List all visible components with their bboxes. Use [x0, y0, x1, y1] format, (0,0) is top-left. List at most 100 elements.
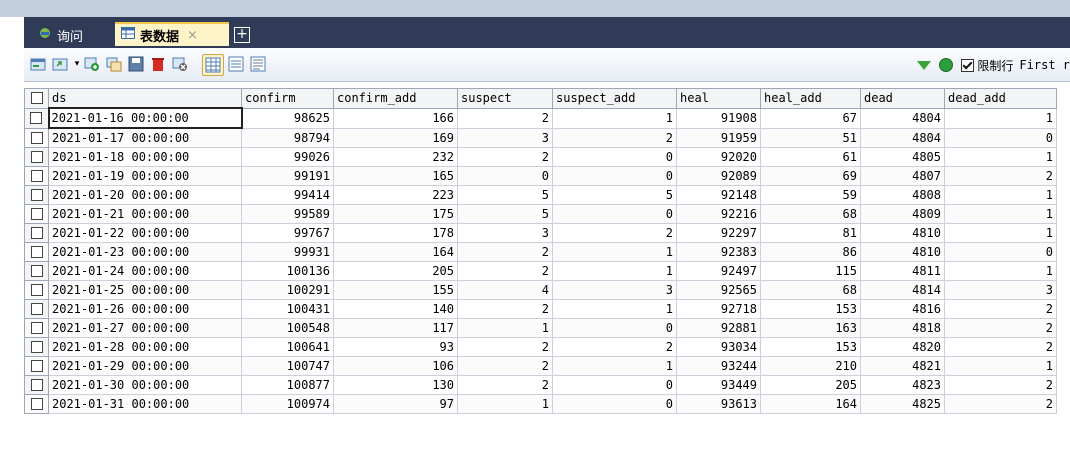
- cell-suspect[interactable]: 5: [457, 204, 553, 224]
- form-view-icon[interactable]: [228, 56, 244, 72]
- cell-heal-add[interactable]: 81: [760, 223, 861, 243]
- cell-dead-add[interactable]: 1: [944, 204, 1057, 224]
- table-row[interactable]: 2021-01-18 00:00:00 99026 232 2 0 92020 61 4805…: [24, 147, 1057, 167]
- cell-confirm-add[interactable]: 164: [333, 242, 458, 262]
- cell-dead[interactable]: 4810: [860, 242, 945, 262]
- cell-suspect[interactable]: 2: [457, 299, 553, 319]
- cell-heal[interactable]: 92216: [676, 204, 761, 224]
- cell-dead-add[interactable]: 2: [944, 166, 1057, 186]
- tab-query[interactable]: 询问: [30, 22, 91, 48]
- cell-dead[interactable]: 4816: [860, 299, 945, 319]
- cell-ds[interactable]: 2021-01-17 00:00:00: [48, 127, 242, 148]
- cell-heal[interactable]: 92497: [676, 261, 761, 281]
- cell-ds[interactable]: 2021-01-21 00:00:00: [48, 204, 242, 224]
- cell-dead-add[interactable]: 2: [944, 394, 1057, 414]
- row-checkbox[interactable]: [24, 242, 49, 262]
- cell-heal-add[interactable]: 163: [760, 318, 861, 338]
- export-icon[interactable]: [52, 56, 68, 72]
- column-header-confirm-add[interactable]: confirm_add: [333, 88, 458, 109]
- cell-heal-add[interactable]: 51: [760, 127, 861, 148]
- duplicate-row-icon[interactable]: [106, 56, 122, 72]
- cell-dead[interactable]: 4811: [860, 261, 945, 281]
- row-checkbox[interactable]: [24, 185, 49, 205]
- cell-heal[interactable]: 93034: [676, 337, 761, 357]
- cell-confirm-add[interactable]: 178: [333, 223, 458, 243]
- table-row[interactable]: 2021-01-22 00:00:00 99767 178 3 2 92297 81 4810…: [24, 223, 1057, 243]
- cell-heal[interactable]: 92020: [676, 147, 761, 167]
- cell-heal[interactable]: 92383: [676, 242, 761, 262]
- cell-suspect[interactable]: 2: [457, 261, 553, 281]
- cell-ds[interactable]: 2021-01-24 00:00:00: [48, 261, 242, 281]
- select-all-checkbox[interactable]: [24, 88, 49, 109]
- cell-confirm[interactable]: 100641: [241, 337, 334, 357]
- cell-suspect[interactable]: 0: [457, 166, 553, 186]
- cell-dead-add[interactable]: 0: [944, 127, 1057, 148]
- cell-dead[interactable]: 4804: [860, 107, 945, 129]
- cell-heal-add[interactable]: 59: [760, 185, 861, 205]
- cell-confirm[interactable]: 100291: [241, 280, 334, 300]
- cell-suspect-add[interactable]: 0: [552, 204, 677, 224]
- cell-heal[interactable]: 93244: [676, 356, 761, 376]
- cell-heal-add[interactable]: 210: [760, 356, 861, 376]
- cell-heal[interactable]: 92565: [676, 280, 761, 300]
- save-icon[interactable]: [128, 56, 144, 72]
- text-view-icon[interactable]: [250, 56, 266, 72]
- chevron-down-icon[interactable]: ▾: [69, 56, 85, 72]
- cell-heal[interactable]: 93613: [676, 394, 761, 414]
- delete-icon[interactable]: [150, 56, 166, 72]
- column-header-heal[interactable]: heal: [676, 88, 761, 109]
- cell-suspect[interactable]: 2: [457, 107, 553, 129]
- cell-confirm-add[interactable]: 155: [333, 280, 458, 300]
- cell-dead-add[interactable]: 1: [944, 261, 1057, 281]
- cell-ds[interactable]: 2021-01-18 00:00:00: [48, 147, 242, 167]
- cell-dead[interactable]: 4808: [860, 185, 945, 205]
- row-checkbox[interactable]: [24, 261, 49, 281]
- cell-heal[interactable]: 92089: [676, 166, 761, 186]
- cell-confirm-add[interactable]: 166: [333, 107, 458, 129]
- cell-suspect-add[interactable]: 0: [552, 375, 677, 395]
- tab-table-data[interactable]: 表数据 ×: [115, 22, 229, 46]
- cell-suspect-add[interactable]: 2: [552, 337, 677, 357]
- row-checkbox[interactable]: [24, 127, 49, 148]
- close-icon[interactable]: ×: [187, 28, 198, 43]
- add-row-icon[interactable]: [84, 56, 100, 72]
- cell-confirm[interactable]: 99414: [241, 185, 334, 205]
- cell-confirm-add[interactable]: 223: [333, 185, 458, 205]
- table-row[interactable]: 2021-01-23 00:00:00 99931 164 2 1 92383 86 4810…: [24, 242, 1057, 262]
- table-row[interactable]: 2021-01-19 00:00:00 99191 165 0 0 92089 69 4807…: [24, 166, 1057, 186]
- cell-heal-add[interactable]: 153: [760, 337, 861, 357]
- cell-heal[interactable]: 92718: [676, 299, 761, 319]
- cell-confirm[interactable]: 99589: [241, 204, 334, 224]
- row-checkbox[interactable]: [24, 280, 49, 300]
- cell-dead[interactable]: 4804: [860, 127, 945, 148]
- import-icon[interactable]: [30, 56, 46, 72]
- cell-confirm-add[interactable]: 97: [333, 394, 458, 414]
- row-checkbox[interactable]: [24, 356, 49, 376]
- cell-confirm[interactable]: 100548: [241, 318, 334, 338]
- row-checkbox[interactable]: [24, 394, 49, 414]
- cell-dead[interactable]: 4809: [860, 204, 945, 224]
- cell-suspect-add[interactable]: 0: [552, 147, 677, 167]
- cell-heal-add[interactable]: 67: [760, 107, 861, 129]
- cell-confirm-add[interactable]: 232: [333, 147, 458, 167]
- add-tab-button[interactable]: +: [234, 27, 250, 43]
- cell-confirm-add[interactable]: 140: [333, 299, 458, 319]
- table-row[interactable]: 2021-01-25 00:00:00 100291 155 4 3 92565 68 481…: [24, 280, 1057, 300]
- cell-confirm[interactable]: 98625: [241, 107, 334, 129]
- cell-dead-add[interactable]: 2: [944, 318, 1057, 338]
- cell-confirm-add[interactable]: 205: [333, 261, 458, 281]
- cell-heal-add[interactable]: 115: [760, 261, 861, 281]
- cell-heal-add[interactable]: 61: [760, 147, 861, 167]
- cell-confirm-add[interactable]: 106: [333, 356, 458, 376]
- cell-ds[interactable]: 2021-01-28 00:00:00: [48, 337, 242, 357]
- cell-suspect[interactable]: 1: [457, 318, 553, 338]
- cell-dead-add[interactable]: 1: [944, 107, 1057, 129]
- column-header-ds[interactable]: ds: [48, 88, 242, 109]
- table-row[interactable]: 2021-01-26 00:00:00 100431 140 2 1 92718 153 48…: [24, 299, 1057, 319]
- cell-suspect-add[interactable]: 5: [552, 185, 677, 205]
- cell-suspect[interactable]: 2: [457, 147, 553, 167]
- cell-dead[interactable]: 4818: [860, 318, 945, 338]
- column-header-dead[interactable]: dead: [860, 88, 945, 109]
- cell-dead-add[interactable]: 1: [944, 356, 1057, 376]
- column-header-heal-add[interactable]: heal_add: [760, 88, 861, 109]
